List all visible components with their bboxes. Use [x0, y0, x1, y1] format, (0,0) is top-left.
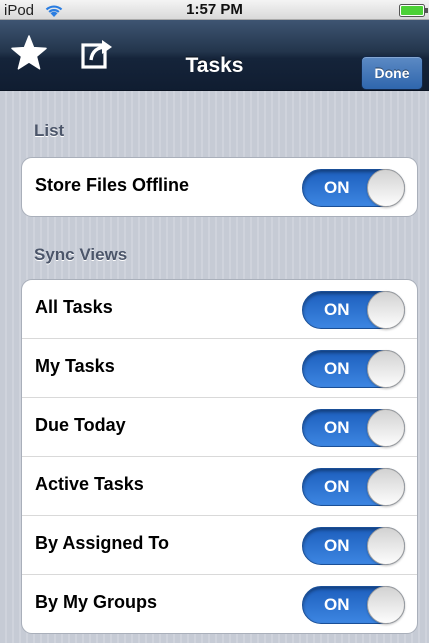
setting-label: Due Today	[35, 415, 126, 435]
active-tasks-toggle[interactable]: ON	[302, 468, 405, 506]
navigation-bar: Tasks Done	[0, 20, 429, 91]
toggle-knob	[367, 527, 405, 565]
toggle-knob	[367, 468, 405, 506]
toggle-state-label: ON	[324, 178, 350, 197]
setting-row-due-today: Due Today ON	[22, 398, 417, 457]
toggle-state-label: ON	[324, 536, 350, 555]
setting-row-by-my-groups: By My Groups ON	[22, 575, 417, 633]
store-files-offline-toggle[interactable]: ON	[302, 169, 405, 207]
section-header-sync-views: Sync Views	[34, 245, 128, 264]
setting-label: All Tasks	[35, 297, 113, 317]
status-bar: iPod 1:57 PM	[0, 0, 429, 20]
toggle-knob	[367, 409, 405, 447]
setting-row-my-tasks: My Tasks ON	[22, 339, 417, 398]
all-tasks-toggle[interactable]: ON	[302, 291, 405, 329]
toggle-state-label: ON	[324, 477, 350, 496]
setting-row-all-tasks: All Tasks ON	[22, 280, 417, 339]
section-header-list: List	[34, 121, 65, 140]
by-my-groups-toggle[interactable]: ON	[302, 586, 405, 624]
status-time: 1:57 PM	[186, 1, 243, 18]
toggle-state-label: ON	[324, 595, 350, 614]
done-button[interactable]: Done	[361, 56, 423, 90]
by-assigned-to-toggle[interactable]: ON	[302, 527, 405, 565]
list-settings-group: Store Files Offline ON	[21, 157, 418, 217]
toggle-state-label: ON	[324, 359, 350, 378]
setting-row-store-files-offline: Store Files Offline ON	[22, 158, 417, 216]
toggle-knob	[367, 350, 405, 388]
toggle-knob	[367, 291, 405, 329]
setting-label: By My Groups	[35, 592, 158, 612]
setting-row-by-assigned-to: By Assigned To ON	[22, 516, 417, 575]
setting-label: Store Files Offline	[35, 175, 190, 195]
setting-label: Active Tasks	[35, 474, 144, 494]
toggle-knob	[367, 169, 405, 207]
setting-label: By Assigned To	[35, 533, 170, 553]
sync-views-group: All Tasks ON My Tasks ON Due Today ON Ac…	[21, 279, 418, 634]
setting-label: My Tasks	[35, 356, 115, 376]
due-today-toggle[interactable]: ON	[302, 409, 405, 447]
toggle-state-label: ON	[324, 300, 350, 319]
toggle-state-label: ON	[324, 418, 350, 437]
battery-icon	[399, 4, 428, 17]
setting-row-active-tasks: Active Tasks ON	[22, 457, 417, 516]
toggle-knob	[367, 586, 405, 624]
my-tasks-toggle[interactable]: ON	[302, 350, 405, 388]
